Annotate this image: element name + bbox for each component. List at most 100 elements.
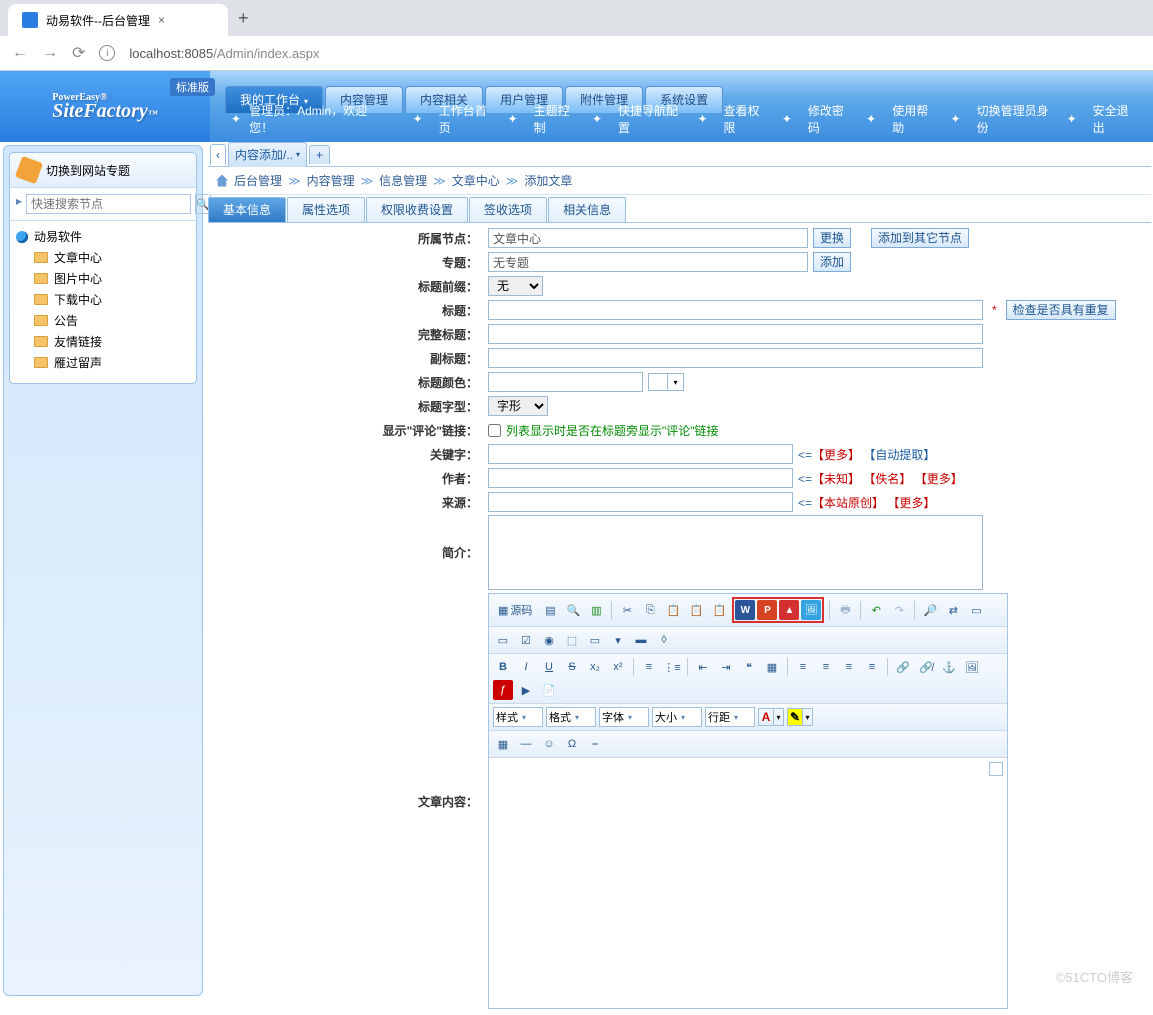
hr-icon[interactable]: — <box>516 734 536 754</box>
bold-icon[interactable]: B <box>493 657 513 677</box>
replace-icon[interactable]: ⇄ <box>943 600 963 620</box>
add-tab-button[interactable]: + <box>309 145 330 164</box>
paste-icon[interactable]: 📋 <box>663 600 683 620</box>
strike-icon[interactable]: S <box>562 657 582 677</box>
selectall-icon[interactable]: ▭ <box>966 600 986 620</box>
font-select[interactable]: 字体 <box>599 707 649 727</box>
tab-attrs[interactable]: 属性选项 <box>287 197 365 222</box>
bg-color-picker[interactable]: ✎▾ <box>787 708 813 726</box>
tab-sign[interactable]: 签收选项 <box>469 197 547 222</box>
newpage-icon[interactable]: ▤ <box>540 600 560 620</box>
prefix-select[interactable]: 无 <box>488 276 543 296</box>
reload-icon[interactable]: ⟳ <box>72 43 85 63</box>
specialchar-icon[interactable]: Ω <box>562 734 582 754</box>
link-help[interactable]: 使用帮助 <box>884 102 942 136</box>
unlink-icon[interactable]: 🔗̸ <box>916 657 936 677</box>
author-input[interactable] <box>488 468 793 488</box>
site-info-icon[interactable]: i <box>99 45 115 61</box>
check-dup-button[interactable]: 检查是否具有重复 <box>1006 300 1116 320</box>
select-icon[interactable]: ▾ <box>608 630 628 650</box>
fulltitle-input[interactable] <box>488 324 983 344</box>
close-tab-icon[interactable]: × <box>158 13 165 27</box>
pagebreak-icon[interactable]: ⎯ <box>585 734 605 754</box>
bc-item[interactable]: 添加文章 <box>524 172 572 189</box>
find-icon[interactable]: 🔎 <box>920 600 940 620</box>
align-center-icon[interactable]: ≡ <box>816 657 836 677</box>
link-theme[interactable]: 主题控制 <box>526 102 584 136</box>
tab-nav-left[interactable]: ‹ <box>210 144 226 165</box>
url-display[interactable]: localhost:8085/Admin/index.aspx <box>129 46 319 61</box>
tree-node[interactable]: 友情链接 <box>34 331 190 352</box>
font-select[interactable]: 字形 <box>488 396 548 416</box>
tree-root[interactable]: 动易软件 <box>16 226 190 247</box>
style-select[interactable]: 样式 <box>493 707 543 727</box>
word-upload-icon[interactable]: W <box>735 600 755 620</box>
flash-icon[interactable]: ƒ <box>493 680 513 700</box>
file-icon[interactable]: 📄 <box>539 680 559 700</box>
source-input[interactable] <box>488 492 793 512</box>
au-anon-link[interactable]: 【佚名】 <box>863 472 911 486</box>
tab-related[interactable]: 相关信息 <box>548 197 626 222</box>
checkbox-icon[interactable]: ☑ <box>516 630 536 650</box>
content-tab-active[interactable]: 内容添加/..▾ <box>228 142 307 167</box>
editor-body[interactable] <box>489 758 1007 1008</box>
color-dropdown-icon[interactable]: ▾ <box>668 373 684 391</box>
undo-icon[interactable]: ↶ <box>866 600 886 620</box>
link-password[interactable]: 修改密码 <box>800 102 858 136</box>
text-color-picker[interactable]: A▾ <box>758 708 784 726</box>
bc-item[interactable]: 文章中心 <box>452 172 500 189</box>
ol-icon[interactable]: ≡ <box>639 657 659 677</box>
maximize-icon[interactable] <box>989 762 1003 776</box>
link-icon[interactable]: 🔗 <box>893 657 913 677</box>
paste-text-icon[interactable]: 📋 <box>686 600 706 620</box>
tree-node[interactable]: 雁过留声 <box>34 352 190 373</box>
forward-icon[interactable]: → <box>42 44 58 62</box>
source-button[interactable]: ▦ 源码 <box>493 600 537 620</box>
link-perms[interactable]: 查看权限 <box>716 102 774 136</box>
align-left-icon[interactable]: ≡ <box>793 657 813 677</box>
italic-icon[interactable]: I <box>516 657 536 677</box>
textfield-icon[interactable]: ⬚ <box>562 630 582 650</box>
textarea-icon[interactable]: ▭ <box>585 630 605 650</box>
div-icon[interactable]: ▦ <box>762 657 782 677</box>
keywords-input[interactable] <box>488 444 793 464</box>
link-home[interactable]: 工作台首页 <box>431 102 500 136</box>
intro-textarea[interactable] <box>488 515 983 590</box>
superscript-icon[interactable]: x² <box>608 657 628 677</box>
image-icon[interactable]: 🖼 <box>962 657 982 677</box>
home-icon[interactable] <box>216 175 228 187</box>
add-node-button[interactable]: 添加到其它节点 <box>871 228 969 248</box>
kw-more-link[interactable]: 【更多】 <box>812 448 860 462</box>
color-input[interactable] <box>488 372 643 392</box>
tree-node[interactable]: 文章中心 <box>34 247 190 268</box>
change-node-button[interactable]: 更换 <box>813 228 851 248</box>
copy-icon[interactable]: ⎘ <box>640 600 660 620</box>
back-icon[interactable]: ← <box>12 44 28 62</box>
lineheight-select[interactable]: 行距 <box>705 707 755 727</box>
src-local-link[interactable]: 【本站原创】 <box>812 496 884 510</box>
print-icon[interactable]: 🖶 <box>835 600 855 620</box>
title-input[interactable] <box>488 300 983 320</box>
underline-icon[interactable]: U <box>539 657 559 677</box>
button-icon[interactable]: ▬ <box>631 630 651 650</box>
tree-node[interactable]: 图片中心 <box>34 268 190 289</box>
tab-perm[interactable]: 权限收费设置 <box>366 197 468 222</box>
search-input[interactable] <box>26 194 191 214</box>
pdf-upload-icon[interactable]: ▲ <box>779 600 799 620</box>
subscript-icon[interactable]: x₂ <box>585 657 605 677</box>
size-select[interactable]: 大小 <box>652 707 702 727</box>
au-unknown-link[interactable]: 【未知】 <box>812 472 860 486</box>
radio-icon[interactable]: ◉ <box>539 630 559 650</box>
tab-basic[interactable]: 基本信息 <box>208 197 286 222</box>
outdent-icon[interactable]: ⇤ <box>693 657 713 677</box>
au-more-link[interactable]: 【更多】 <box>915 472 963 486</box>
image-upload-icon[interactable]: 🖼 <box>801 600 821 620</box>
add-topic-button[interactable]: 添加 <box>813 252 851 272</box>
subtitle-input[interactable] <box>488 348 983 368</box>
kw-auto-link[interactable]: 【自动提取】 <box>863 448 935 462</box>
indent-icon[interactable]: ⇥ <box>716 657 736 677</box>
format-select[interactable]: 格式 <box>546 707 596 727</box>
src-more-link[interactable]: 【更多】 <box>887 496 935 510</box>
redo-icon[interactable]: ↷ <box>889 600 909 620</box>
cut-icon[interactable]: ✂ <box>617 600 637 620</box>
